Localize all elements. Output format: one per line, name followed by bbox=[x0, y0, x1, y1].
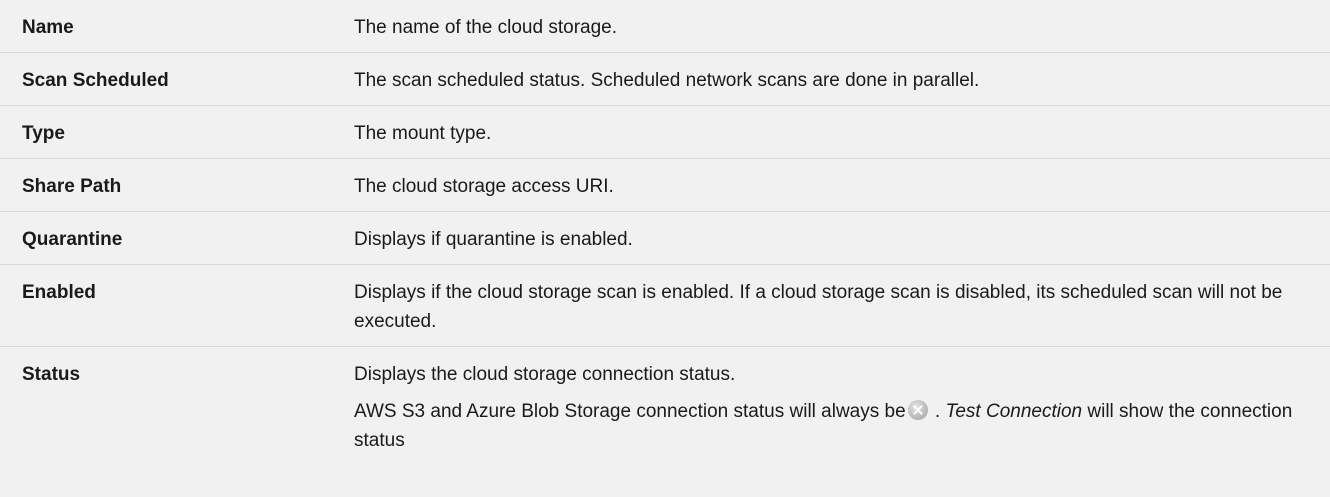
field-description: Displays if quarantine is enabled. bbox=[354, 229, 633, 250]
field-name: Enabled bbox=[22, 282, 96, 303]
field-description: The name of the cloud storage. bbox=[354, 17, 617, 38]
field-description: The scan scheduled status. Scheduled net… bbox=[354, 70, 980, 91]
field-description: The cloud storage access URI. bbox=[354, 176, 614, 197]
table-row: Quarantine Displays if quarantine is ena… bbox=[0, 211, 1330, 265]
table-row: Status Displays the cloud storage connec… bbox=[0, 346, 1330, 497]
table-row: Share Path The cloud storage access URI. bbox=[0, 158, 1330, 212]
field-name: Share Path bbox=[22, 176, 122, 197]
table-row: Type The mount type. bbox=[0, 105, 1330, 159]
test-connection-label: Test Connection bbox=[945, 401, 1083, 422]
table-row: Name The name of the cloud storage. bbox=[0, 0, 1330, 53]
disconnected-status-icon bbox=[907, 400, 928, 420]
field-name: Type bbox=[22, 123, 65, 144]
field-description: Displays if the cloud storage scan is en… bbox=[354, 282, 1283, 332]
status-note: AWS S3 and Azure Blob Storage connection… bbox=[354, 397, 1318, 455]
field-description: Displays the cloud storage connection st… bbox=[354, 364, 736, 385]
field-name: Scan Scheduled bbox=[22, 70, 169, 91]
table-row: Scan Scheduled The scan scheduled status… bbox=[0, 52, 1330, 106]
field-name: Quarantine bbox=[22, 229, 123, 250]
status-note-prefix: AWS S3 and Azure Blob Storage connection… bbox=[354, 401, 906, 422]
field-description-table: Name The name of the cloud storage. Scan… bbox=[0, 0, 1330, 497]
field-name: Status bbox=[22, 364, 81, 385]
field-description: The mount type. bbox=[354, 123, 492, 144]
status-note-separator: . bbox=[929, 401, 946, 422]
table-row: Enabled Displays if the cloud storage sc… bbox=[0, 264, 1330, 347]
field-name: Name bbox=[22, 17, 74, 38]
